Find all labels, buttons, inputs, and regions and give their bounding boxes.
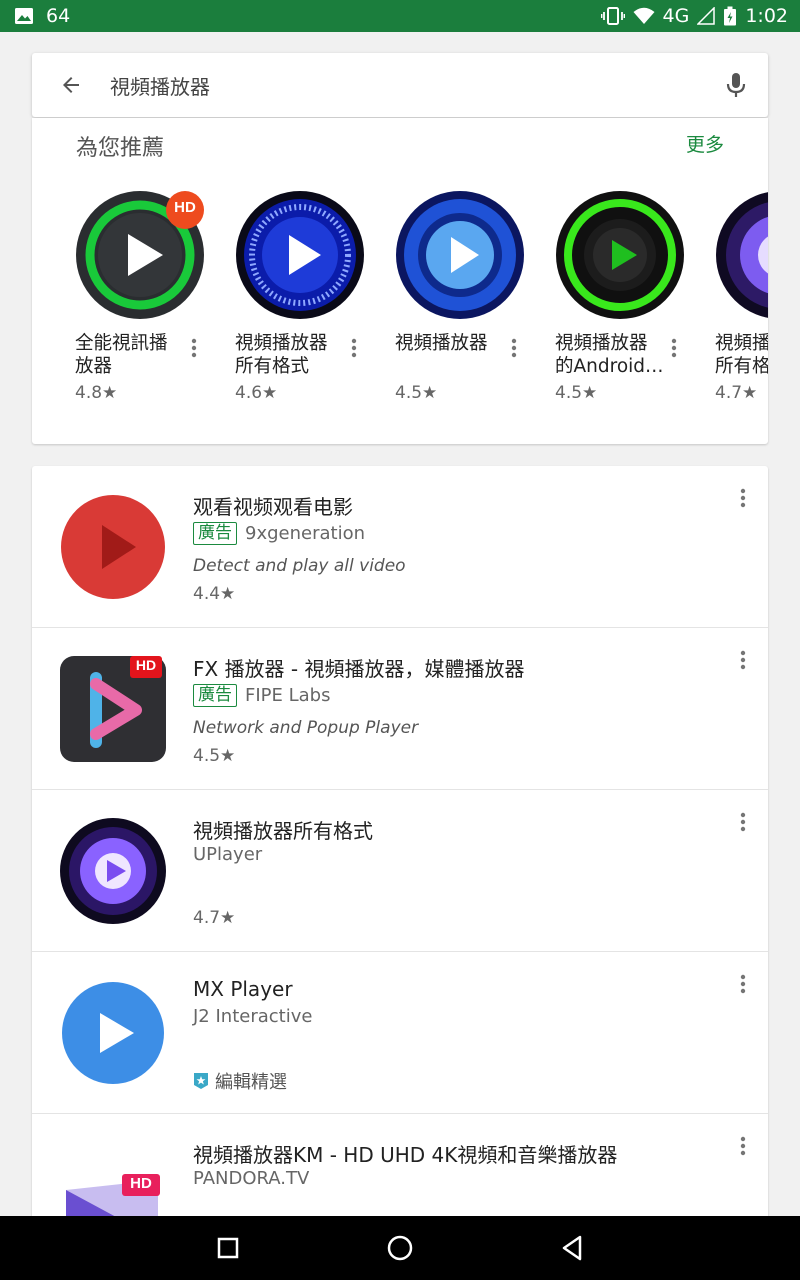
ad-badge: 廣告 <box>193 684 237 707</box>
developer-name: 9xgeneration <box>245 523 365 544</box>
recommended-app-card[interactable]: 視頻播放器所有格式 4.6★ <box>235 190 385 420</box>
app-rating: 4.5★ <box>193 746 236 766</box>
app-list: 观看视频观看电影 廣告 9xgeneration Detect and play… <box>32 466 768 1226</box>
mic-icon <box>726 73 746 97</box>
app-rating: 4.4★ <box>193 584 236 604</box>
recents-button[interactable] <box>212 1232 244 1264</box>
clock: 1:02 <box>745 5 788 27</box>
arrow-back-icon <box>63 77 79 93</box>
more-vert-icon[interactable] <box>740 650 746 670</box>
developer-name: J2 Interactive <box>193 1006 313 1027</box>
more-link[interactable]: 更多 <box>686 130 724 157</box>
recommended-app-card[interactable]: 視頻播放器的Android… 4.5★ <box>555 190 705 420</box>
app-icon <box>396 191 524 319</box>
app-name: 視頻播放器所有格式 <box>715 333 768 377</box>
navigation-bar <box>0 1216 800 1280</box>
list-item[interactable]: MX Player J2 Interactive 編輯精選 <box>32 952 768 1114</box>
editors-choice: 編輯精選 <box>193 1068 287 1094</box>
list-item[interactable]: HD FX 播放器 - 視頻播放器，媒體播放器 廣告 FIPE Labs Net… <box>32 628 768 790</box>
app-icon <box>716 192 768 318</box>
search-bar[interactable]: 視頻播放器 <box>32 53 768 117</box>
more-vert-icon[interactable] <box>511 338 517 358</box>
app-subtitle: PANDORA.TV <box>193 1168 309 1189</box>
app-icon <box>60 818 166 924</box>
app-subtitle: J2 Interactive <box>193 1006 312 1027</box>
recommended-app-card[interactable]: HD 全能視訊播放器 4.8★ <box>75 190 225 420</box>
app-name: 視頻播放器的Android… <box>555 333 664 377</box>
editors-choice-icon <box>194 1073 208 1089</box>
back-nav-button[interactable] <box>556 1232 588 1264</box>
app-title: 观看视频观看电影 <box>193 495 353 519</box>
app-description: Detect and play all video <box>193 556 406 576</box>
image-notification-icon <box>15 8 33 24</box>
more-vert-icon[interactable] <box>351 338 357 358</box>
app-title: MX Player <box>193 977 293 1001</box>
status-bar: 64 4G 1:02 <box>0 0 800 32</box>
more-vert-icon[interactable] <box>740 1136 746 1156</box>
more-vert-icon[interactable] <box>740 812 746 832</box>
notification-count: 64 <box>46 5 71 27</box>
square-icon <box>217 1237 239 1259</box>
developer-name: FIPE Labs <box>245 685 331 706</box>
vibrate-icon <box>600 7 625 25</box>
more-vert-icon[interactable] <box>740 488 746 508</box>
more-vert-icon[interactable] <box>191 338 197 358</box>
editors-choice-label: 編輯精選 <box>215 1072 287 1093</box>
hd-badge: HD <box>135 657 157 673</box>
hd-badge: HD <box>174 199 196 216</box>
hd-badge: HD <box>130 1175 152 1192</box>
app-rating: 4.5★ <box>555 383 598 403</box>
recommended-app-card[interactable]: 視頻播放器所有格式 4.7★ <box>715 190 768 420</box>
developer-name: UPlayer <box>193 844 263 865</box>
app-name: 視頻播放器 <box>395 333 488 354</box>
app-name: 視頻播放器所有格式 <box>235 333 328 377</box>
app-name: 全能視訊播放器 <box>75 333 168 377</box>
back-button[interactable] <box>32 53 110 117</box>
app-subtitle: 廣告 9xgeneration <box>193 522 365 545</box>
battery-icon <box>724 6 737 26</box>
app-title: FX 播放器 - 視頻播放器，媒體播放器 <box>193 657 525 681</box>
app-description: Network and Popup Player <box>193 718 419 738</box>
app-icon <box>236 191 364 319</box>
network-type: 4G <box>662 5 690 27</box>
app-icon <box>62 982 164 1084</box>
search-input[interactable]: 視頻播放器 <box>110 71 704 100</box>
recommended-app-card[interactable]: 視頻播放器 4.5★ <box>395 190 545 420</box>
home-button[interactable] <box>384 1232 416 1264</box>
app-rating: 4.6★ <box>235 383 278 403</box>
list-item[interactable]: 視頻播放器所有格式 UPlayer 4.7★ <box>32 790 768 952</box>
app-subtitle: UPlayer <box>193 844 262 865</box>
app-rating: 4.5★ <box>395 383 438 403</box>
app-rating: 4.8★ <box>75 383 118 403</box>
developer-name: PANDORA.TV <box>193 1168 310 1189</box>
more-vert-icon[interactable] <box>740 974 746 994</box>
app-subtitle: 廣告 FIPE Labs <box>193 684 330 707</box>
app-icon <box>556 191 684 319</box>
ad-badge: 廣告 <box>193 522 237 545</box>
app-title: 視頻播放器所有格式 <box>193 819 373 843</box>
triangle-back-icon <box>562 1235 582 1261</box>
list-item[interactable]: HD 視頻播放器KM - HD UHD 4K視頻和音樂播放器 PANDORA.T… <box>32 1114 768 1226</box>
list-item[interactable]: 观看视频观看电影 廣告 9xgeneration Detect and play… <box>32 466 768 628</box>
recommended-section: 為您推薦 更多 HD 全能視訊播放器 4.8★ 視頻播放器所有格式 4.6★ 視… <box>32 118 768 444</box>
app-title: 視頻播放器KM - HD UHD 4K視頻和音樂播放器 <box>193 1143 618 1167</box>
wifi-icon <box>633 7 655 24</box>
section-title: 為您推薦 <box>76 136 165 161</box>
signal-icon <box>697 7 716 25</box>
voice-search-button[interactable] <box>704 53 768 117</box>
app-icon <box>61 495 165 599</box>
circle-icon <box>387 1235 413 1261</box>
more-vert-icon[interactable] <box>671 338 677 358</box>
app-rating: 4.7★ <box>193 908 236 928</box>
app-rating: 4.7★ <box>715 383 758 403</box>
